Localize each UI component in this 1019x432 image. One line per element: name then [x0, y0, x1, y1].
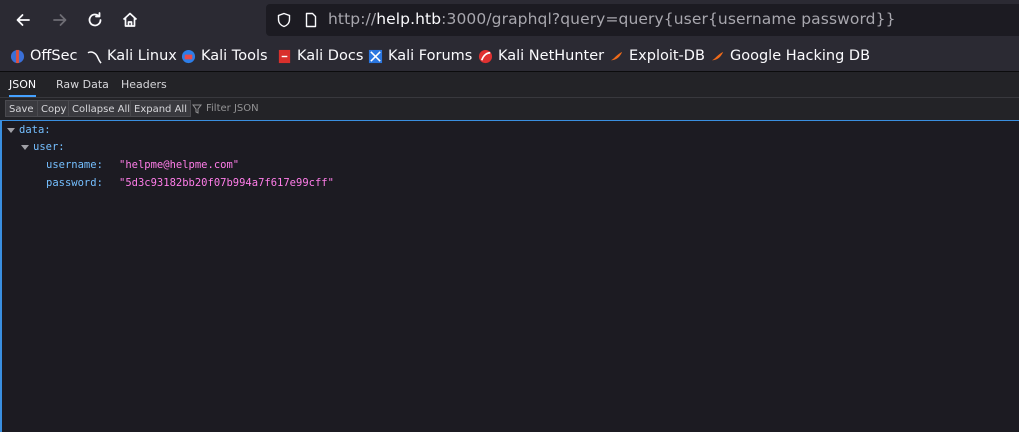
bookmark-exploit-db[interactable]: Exploit-DB [609, 46, 705, 66]
arrow-left-icon [16, 14, 30, 26]
kali-dragon-icon [87, 50, 102, 64]
bookmark-label: Kali Linux [107, 48, 177, 64]
url-prefix: http:// [328, 10, 377, 28]
kali-docs-icon [278, 49, 291, 63]
shield-icon[interactable] [276, 12, 292, 28]
reload-icon [88, 12, 102, 27]
tab-headers[interactable]: Headers [121, 72, 167, 97]
bookmark-label: OffSec [30, 48, 78, 64]
expand-toggle-icon[interactable] [21, 144, 29, 150]
collapse-all-button[interactable]: Collapse All [68, 100, 135, 117]
offsec-icon [10, 49, 25, 63]
exploit-db-icon [610, 51, 623, 60]
bookmark-kali-docs[interactable]: Kali Docs [277, 46, 363, 66]
bookmark-kali-linux[interactable]: Kali Linux [87, 46, 177, 66]
json-key: username: [46, 159, 103, 171]
json-value: "5d3c93182bb20f07b994a7f617e99cff" [119, 177, 334, 189]
viewer-tabs: JSON Raw Data Headers [0, 72, 1019, 98]
bookmark-kali-tools[interactable]: Kali Tools [181, 46, 268, 66]
nethunter-icon [478, 49, 493, 63]
json-key: password: [46, 177, 103, 189]
bookmark-label: Kali NetHunter [498, 48, 605, 64]
url-host: help.htb [376, 10, 442, 28]
bookmark-offsec[interactable]: OffSec [10, 46, 78, 66]
json-key: user: [33, 141, 65, 153]
bookmark-label: Exploit-DB [629, 48, 705, 64]
back-button[interactable] [7, 4, 39, 36]
tab-raw-data[interactable]: Raw Data [56, 72, 109, 97]
save-button[interactable]: Save [5, 100, 38, 117]
tab-json[interactable]: JSON [9, 72, 37, 97]
json-toolbar: Save Copy Collapse All Expand All Filter… [0, 98, 1019, 121]
url-text[interactable]: http://help.htb:3000/graphql?query=query… [328, 10, 896, 28]
bookmark-label: Google Hacking DB [730, 48, 871, 64]
kali-tools-icon [181, 49, 196, 63]
bookmark-kali-nethunter[interactable]: Kali NetHunter [478, 46, 604, 66]
home-button[interactable] [114, 4, 146, 36]
json-key: data: [19, 124, 51, 136]
bookmark-label: Kali Tools [201, 48, 268, 64]
filter-icon [192, 104, 202, 114]
arrow-right-icon [53, 14, 67, 26]
bookmark-google-hacking-db[interactable]: Google Hacking DB [710, 46, 870, 66]
url-path: :3000/graphql?query=query{user{username … [441, 10, 896, 28]
expand-toggle-icon[interactable] [7, 127, 15, 133]
bookmark-label: Kali Forums [388, 48, 473, 64]
page-icon[interactable] [303, 12, 319, 28]
reload-button[interactable] [79, 4, 111, 36]
json-tree: data: user: username: "helpme@helpme.com… [0, 121, 1019, 432]
kali-forums-icon [368, 49, 383, 63]
tree-row-password[interactable]: password: [46, 177, 103, 189]
tree-row-user[interactable]: user: [21, 141, 65, 153]
tree-row-username[interactable]: username: [46, 159, 103, 171]
bookmark-label: Kali Docs [297, 48, 364, 64]
copy-button[interactable]: Copy [37, 100, 71, 117]
expand-all-button[interactable]: Expand All [130, 100, 191, 117]
home-icon [122, 12, 138, 27]
tree-row-data[interactable]: data: [7, 124, 51, 136]
json-value: "helpme@helpme.com" [119, 159, 240, 171]
ghdb-icon [711, 51, 724, 60]
filter-placeholder: Filter JSON [206, 103, 259, 114]
bookmarks-bar: OffSec Kali Linux Kali Tools Kali Docs K… [0, 41, 1019, 72]
filter-json-input[interactable]: Filter JSON [192, 100, 259, 117]
forward-button[interactable] [44, 4, 76, 36]
bookmark-kali-forums[interactable]: Kali Forums [368, 46, 472, 66]
url-bar[interactable]: http://help.htb:3000/graphql?query=query… [266, 4, 1019, 36]
browser-toolbar: http://help.htb:3000/graphql?query=query… [0, 0, 1019, 41]
